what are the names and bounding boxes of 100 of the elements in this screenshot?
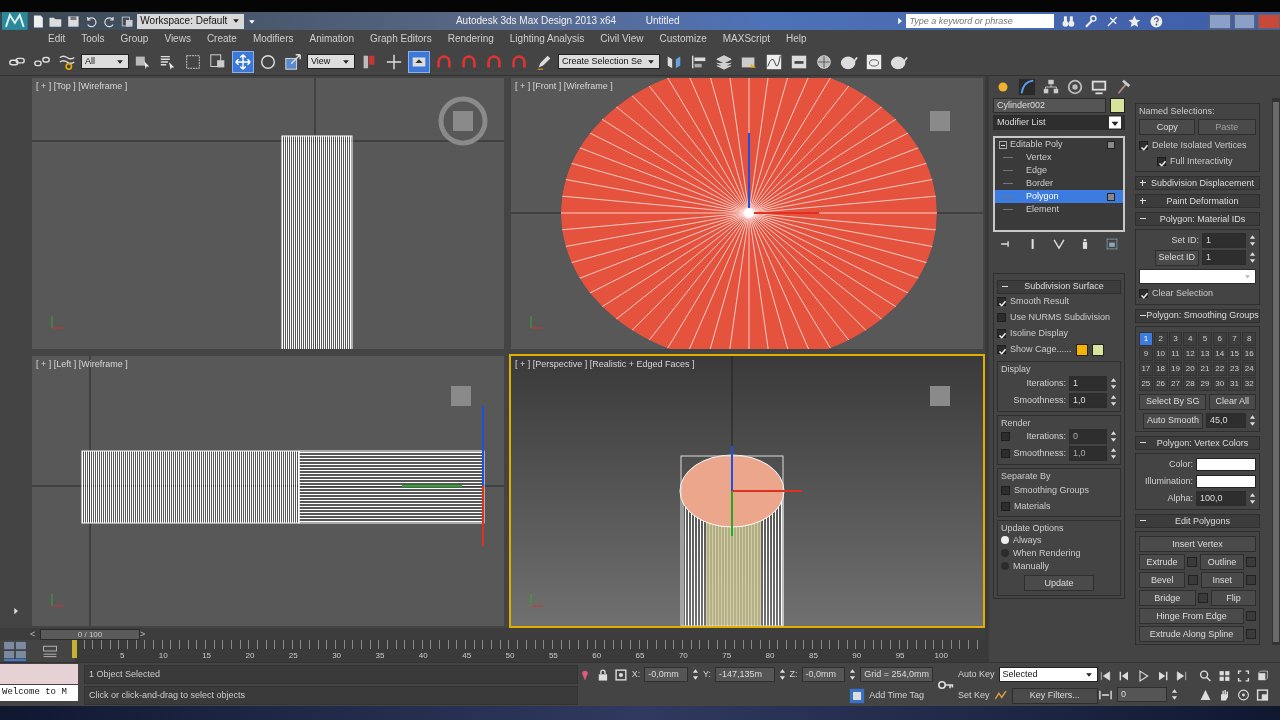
rollout-header[interactable]: Edit Polygons (1135, 514, 1261, 529)
menu-item[interactable]: Civil View (592, 33, 652, 45)
smoothing-group-button[interactable]: 7 (1227, 331, 1242, 346)
max-logo-icon[interactable] (2, 12, 28, 30)
go-to-end-icon[interactable] (1174, 668, 1189, 683)
viewport-layout-icon[interactable] (2, 641, 28, 661)
action-button[interactable]: Bevel (1139, 572, 1186, 589)
time-slider[interactable]: 0 / 100 (40, 628, 140, 640)
stack-item[interactable]: Editable Poly (995, 138, 1123, 152)
mini-curve-editor-icon[interactable] (42, 643, 58, 659)
menu-item[interactable]: Rendering (439, 33, 502, 45)
smoothing-group-button[interactable]: 23 (1227, 361, 1242, 376)
auto-smooth-button[interactable]: Auto Smooth (1143, 412, 1204, 429)
viewport[interactable]: [ + ] [Left ] [Wireframe ] (30, 353, 506, 628)
viewport[interactable]: [ + ] [Front ] [Wireframe ] (509, 76, 985, 351)
smoothing-group-button[interactable]: 1 (1139, 331, 1153, 346)
spinner-icon[interactable] (1249, 234, 1257, 248)
hierarchy-icon[interactable] (1042, 78, 1060, 96)
key-filters-button[interactable]: Key Filters... (1011, 687, 1098, 704)
smoothing-group-button[interactable]: 30 (1212, 376, 1227, 391)
menu-item[interactable]: Graph Editors (361, 33, 440, 45)
action-button[interactable]: Extrude Along Spline (1139, 626, 1244, 643)
action-button[interactable]: Extrude (1139, 554, 1186, 571)
coordinate-field[interactable]: -0,0mm (801, 667, 846, 682)
menu-item[interactable]: Customize (651, 33, 715, 45)
dropdown[interactable]: View (307, 54, 355, 69)
transform-gizmo[interactable] (731, 444, 803, 537)
spinner-icon[interactable] (1110, 447, 1117, 461)
smoothing-group-button[interactable]: 14 (1212, 346, 1227, 361)
dropdown[interactable]: Create Selection Se (558, 54, 661, 69)
viewport[interactable]: [ + ] [Perspective ] [Realistic + Edged Faces ] (509, 353, 985, 628)
menu-item[interactable]: Group (112, 33, 157, 45)
smoothing-group-button[interactable]: 32 (1242, 376, 1257, 391)
smoothing-group-button[interactable]: 3 (1168, 331, 1183, 346)
sub-object-item[interactable]: Vertex (995, 151, 1123, 165)
maxscript-listener-field[interactable] (0, 664, 78, 684)
spinner-icon[interactable] (1110, 393, 1117, 407)
smoothing-group-button[interactable]: 15 (1227, 346, 1242, 361)
smoothing-group-button[interactable]: 5 (1198, 331, 1212, 346)
smoothing-group-button[interactable]: 8 (1242, 331, 1257, 346)
smoothing-group-button[interactable]: 12 (1183, 346, 1198, 361)
dropdown[interactable] (1139, 268, 1257, 284)
menu-item[interactable]: Modifiers (244, 33, 302, 45)
action-button[interactable]: Insert Vertex (1139, 536, 1257, 553)
smoothing-group-button[interactable]: 22 (1212, 361, 1227, 376)
coordinate-field[interactable]: -0,0mm (644, 667, 688, 682)
smoothing-group-button[interactable]: 16 (1242, 346, 1257, 361)
viewport-label[interactable]: [ + ] [Top ] [Wireframe ] (36, 81, 128, 92)
rollout-header[interactable]: Paint Deformation (1135, 194, 1261, 209)
rollout-header[interactable]: Subdivision Displacement (1135, 176, 1261, 191)
smoothing-group-button[interactable]: 20 (1183, 361, 1198, 376)
set-key-button[interactable]: Set Key (958, 690, 990, 701)
number-field[interactable]: 1,0 (1069, 392, 1107, 408)
menu-item[interactable]: Edit (40, 33, 74, 45)
number-field[interactable]: 1,0 (1069, 446, 1107, 462)
frame-corners-icon[interactable] (1236, 668, 1251, 683)
rollout-header[interactable]: Polygon: Material IDs (1135, 212, 1261, 227)
checkbox[interactable] (997, 313, 1006, 323)
spinner-icon[interactable] (778, 668, 786, 681)
play-icon[interactable] (1136, 668, 1151, 683)
checkbox[interactable] (997, 297, 1006, 307)
magnifier-icon[interactable] (1198, 668, 1213, 683)
wheel-icon[interactable] (1066, 78, 1084, 96)
smoothing-group-button[interactable]: 9 (1139, 346, 1153, 361)
scrollbar[interactable] (1272, 98, 1280, 646)
modifier-list-dropdown[interactable]: Modifier List (993, 115, 1125, 131)
expand-toggle-icon[interactable] (999, 140, 1007, 149)
spinner-icon[interactable] (1110, 376, 1117, 390)
checkbox[interactable] (1139, 140, 1148, 150)
smoothing-group-button[interactable]: 19 (1168, 361, 1183, 376)
checkbox[interactable] (1139, 289, 1148, 299)
smoothing-group-button[interactable]: 27 (1168, 376, 1183, 391)
action-button[interactable]: Outline (1200, 554, 1244, 571)
action-button[interactable]: Inset (1200, 572, 1244, 589)
checkbox[interactable] (1001, 485, 1010, 495)
color-swatch[interactable] (1196, 475, 1257, 489)
checkbox[interactable] (997, 329, 1006, 339)
next-frame-button[interactable]: > (140, 628, 148, 640)
bent-curve-icon[interactable] (1018, 78, 1036, 96)
orbit-icon[interactable] (1236, 687, 1251, 702)
smoothing-group-button[interactable]: 10 (1153, 346, 1168, 361)
sub-object-item[interactable]: Edge (995, 164, 1123, 178)
checkbox[interactable] (1001, 501, 1010, 511)
spinner-icon[interactable] (1249, 492, 1257, 506)
number-field[interactable]: 1 (1202, 250, 1247, 266)
viewcube-icon[interactable] (930, 385, 950, 406)
action-button[interactable]: Clear All (1208, 393, 1257, 410)
action-button[interactable]: Select By SG (1139, 393, 1207, 410)
update-button[interactable]: Update (1024, 575, 1094, 592)
target-icon[interactable] (613, 667, 628, 682)
time-tag-icon[interactable] (849, 687, 866, 704)
spinner-icon[interactable] (1171, 688, 1178, 701)
menu-item[interactable]: Views (156, 33, 199, 45)
number-field[interactable]: 1 (1069, 375, 1107, 391)
cone-icon[interactable] (1198, 687, 1213, 702)
radio-button[interactable] (1001, 562, 1009, 571)
expand-toggle-icon[interactable] (1140, 180, 1146, 187)
toggle-square-icon[interactable] (1107, 192, 1115, 201)
key-mode-dropdown[interactable]: Selected (998, 667, 1098, 682)
smoothing-group-button[interactable]: 2 (1153, 331, 1168, 346)
